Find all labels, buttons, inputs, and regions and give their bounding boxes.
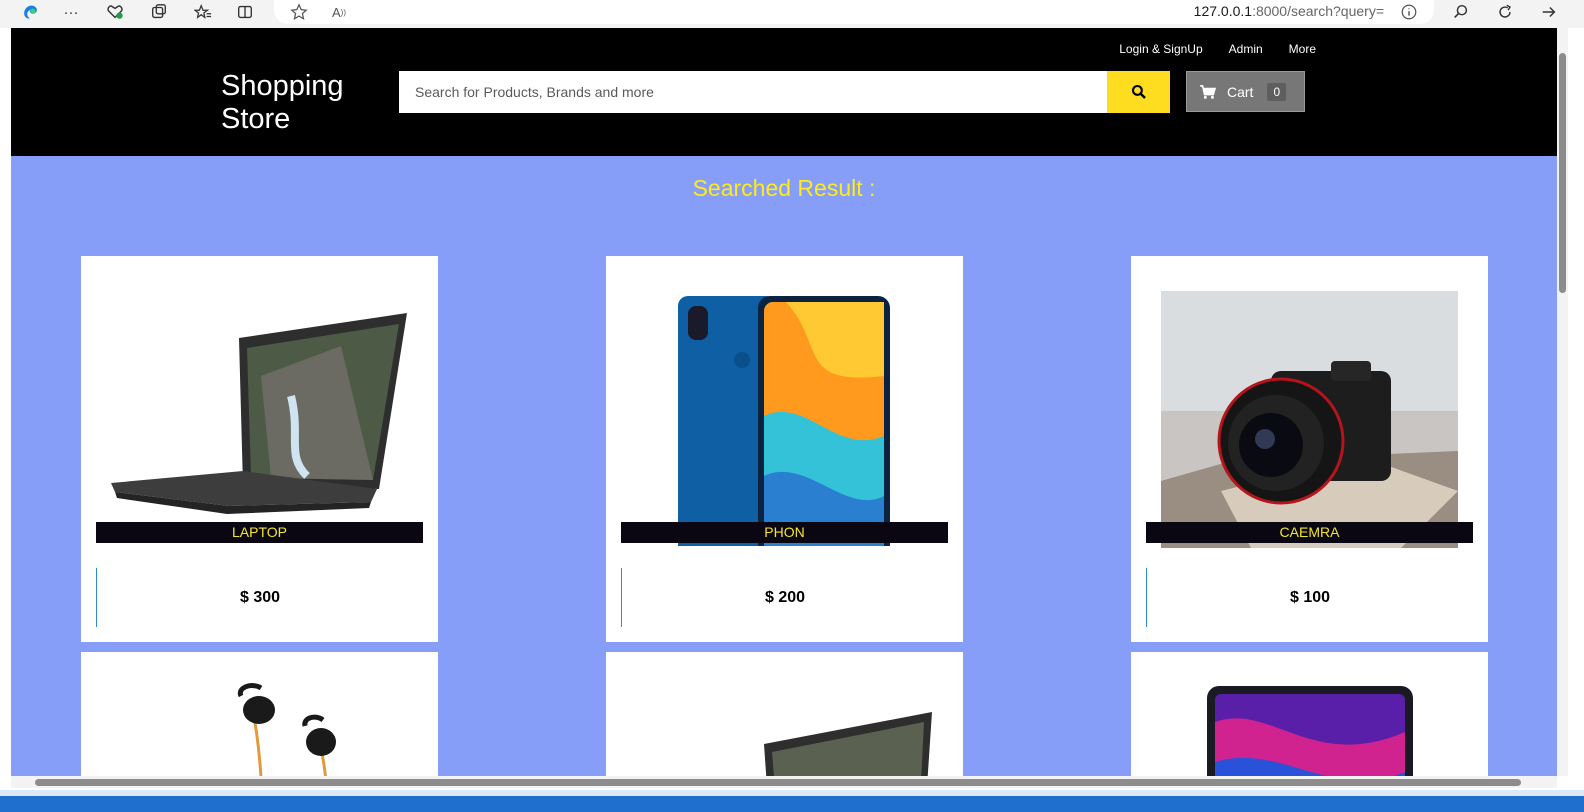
search-form <box>399 71 1170 113</box>
read-aloud-icon[interactable]: A)) <box>326 1 352 23</box>
edge-logo-icon[interactable] <box>17 1 43 23</box>
cart-icon <box>1200 84 1217 99</box>
info-icon[interactable] <box>1396 1 1422 23</box>
product-name[interactable]: CAEMRA <box>1146 522 1473 543</box>
more-link[interactable]: More <box>1289 42 1316 56</box>
cart-count-badge: 0 <box>1267 82 1287 101</box>
laptop-image[interactable] <box>636 682 933 776</box>
horizontal-scroll-thumb[interactable] <box>35 779 1521 786</box>
health-icon[interactable] <box>102 1 128 23</box>
product-name[interactable]: LAPTOP <box>96 522 423 543</box>
search-button[interactable] <box>1107 71 1170 113</box>
forward-icon[interactable] <box>1536 1 1562 23</box>
product-name[interactable]: PHON <box>621 522 948 543</box>
top-nav: Login & SignUp Admin More <box>1119 42 1316 56</box>
product-price: $ 300 <box>96 568 423 627</box>
camera-image[interactable] <box>1161 291 1458 548</box>
window-edge <box>0 28 11 776</box>
product-card[interactable]: LAPTOP $ 300 <box>81 256 438 642</box>
laptop-image[interactable] <box>111 286 408 546</box>
product-price: $ 100 <box>1146 568 1473 627</box>
product-card[interactable]: CAEMRA $ 100 <box>1131 256 1488 642</box>
tablet-image[interactable] <box>1161 682 1458 776</box>
cart-label: Cart <box>1227 83 1254 100</box>
product-price: $ 200 <box>621 568 948 627</box>
vertical-scroll-thumb[interactable] <box>1559 53 1566 293</box>
page-viewport: Login & SignUp Admin More Shopping Store… <box>11 28 1557 776</box>
taskbar <box>0 790 1584 812</box>
tab-actions-icon[interactable] <box>146 1 172 23</box>
url-text[interactable]: 127.0.0.1:8000/search?query= <box>1194 3 1384 19</box>
product-card[interactable]: PHON $ 200 <box>606 256 963 642</box>
earphones-image[interactable] <box>111 682 408 776</box>
browser-toolbar: ··· A)) 127.0.0.1:8000/search?query= <box>0 0 1584 28</box>
favorites-icon[interactable] <box>190 1 216 23</box>
horizontal-scrollbar[interactable] <box>11 776 1557 788</box>
search-input[interactable] <box>399 71 1107 113</box>
login-signup-link[interactable]: Login & SignUp <box>1119 42 1202 56</box>
star-icon[interactable] <box>286 1 312 23</box>
refresh-icon[interactable] <box>1492 1 1518 23</box>
magnifier-icon <box>1131 84 1146 99</box>
brand-logo[interactable]: Shopping Store <box>221 70 381 136</box>
phone-image[interactable] <box>636 286 933 546</box>
vertical-scrollbar[interactable] <box>1557 28 1568 776</box>
url-host: 127.0.0.1 <box>1193 3 1253 19</box>
product-card[interactable] <box>606 652 963 776</box>
cart-button[interactable]: Cart 0 <box>1186 71 1305 112</box>
split-screen-icon[interactable] <box>232 1 258 23</box>
product-card[interactable] <box>1131 652 1488 776</box>
results-heading: Searched Result : <box>692 175 876 201</box>
search-icon[interactable] <box>1448 1 1474 23</box>
admin-link[interactable]: Admin <box>1229 42 1263 56</box>
url-path: :8000/search?query= <box>1252 3 1384 19</box>
more-icon[interactable]: ··· <box>58 1 84 23</box>
product-card[interactable] <box>81 652 438 776</box>
address-bar[interactable]: A)) 127.0.0.1:8000/search?query= <box>274 0 1434 24</box>
site-header: Login & SignUp Admin More Shopping Store… <box>11 28 1557 156</box>
